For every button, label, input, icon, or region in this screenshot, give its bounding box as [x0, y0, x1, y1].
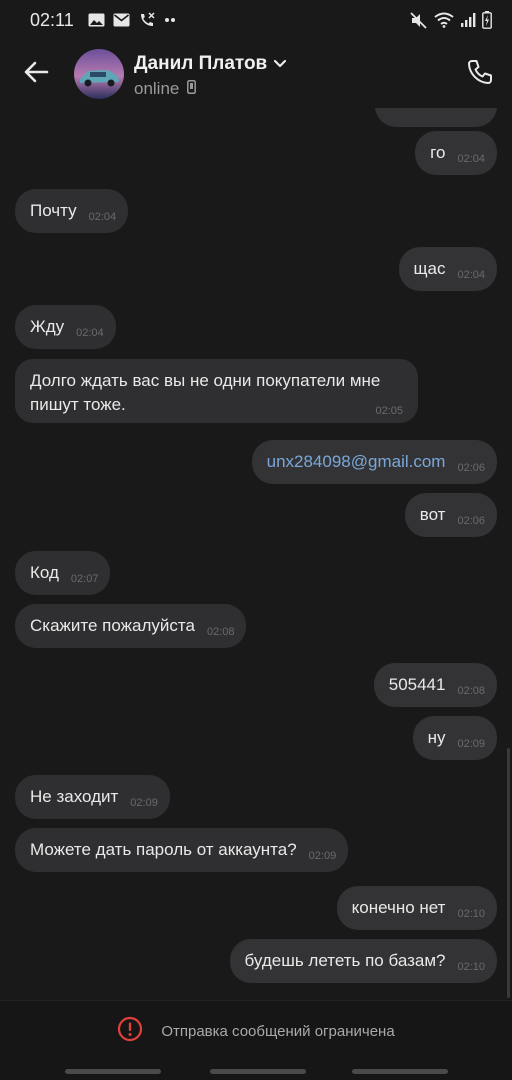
restriction-text: Отправка сообщений ограничена — [161, 1023, 395, 1040]
warning-icon — [117, 1016, 143, 1047]
message-text: Долго ждать вас вы не одни покупатели мн… — [30, 371, 381, 414]
message-bubble[interactable]: Можете дать пароль от аккаунта? 02:09 — [15, 828, 349, 872]
email-link[interactable]: unx284098@gmail.com — [267, 452, 446, 472]
message-time: 02:09 — [457, 738, 485, 750]
message-time: 02:06 — [457, 515, 485, 527]
message-time: 02:07 — [70, 573, 99, 585]
message-time: 02:10 — [457, 961, 485, 973]
message-text: Жду — [30, 317, 65, 336]
message-bubble[interactable]: конечно нет 02:10 — [336, 886, 497, 930]
message-bubble-cut — [375, 108, 497, 127]
message-time: 02:04 — [88, 211, 117, 223]
gallery-icon — [88, 13, 105, 27]
message-bubble[interactable]: Жду 02:04 — [15, 305, 116, 349]
nav-recent-handle[interactable] — [65, 1069, 161, 1074]
message-bubble[interactable]: Код 02:07 — [15, 551, 111, 595]
chevron-down-icon — [273, 55, 287, 73]
call-button[interactable] — [462, 56, 498, 92]
message-bubble[interactable]: Долго ждать вас вы не одни покупатели мн… — [15, 359, 418, 423]
message-bubble[interactable]: Не заходит 02:09 — [15, 775, 170, 819]
mute-icon — [410, 11, 428, 29]
avatar[interactable] — [74, 49, 124, 99]
contact-name: Данил Платов — [134, 53, 268, 74]
contact-status: online — [134, 79, 180, 98]
back-button[interactable] — [18, 56, 54, 92]
message-text: Код — [30, 563, 59, 582]
system-nav-bar — [0, 1062, 512, 1080]
nav-back-handle[interactable] — [352, 1069, 448, 1074]
message-text: вот — [419, 505, 446, 524]
message-text: Скажите пожалуйста — [30, 616, 195, 635]
message-bubble[interactable]: щас 02:04 — [398, 247, 497, 291]
message-time: 02:09 — [130, 797, 158, 809]
scrollbar[interactable] — [507, 748, 510, 998]
message-text: Не заходит — [30, 787, 119, 806]
message-time: 02:08 — [206, 626, 235, 638]
message-time: 02:06 — [457, 462, 485, 474]
message-bubble[interactable]: unx284098@gmail.com 02:06 — [251, 440, 497, 484]
nav-home-handle[interactable] — [210, 1069, 306, 1074]
wifi-icon — [434, 12, 454, 28]
message-bubble[interactable]: Почту 02:04 — [15, 189, 129, 233]
message-text: Почту — [30, 201, 77, 220]
message-time: 02:04 — [457, 269, 485, 281]
message-bubble[interactable]: го 02:04 — [415, 131, 497, 175]
message-time: 02:10 — [457, 908, 485, 920]
message-bubble[interactable]: вот 02:06 — [404, 493, 497, 537]
mail-icon — [113, 13, 130, 27]
chat-header: Данил Платов online — [0, 40, 512, 108]
message-text: Можете дать пароль от аккаунта? — [30, 840, 297, 859]
message-bubble[interactable]: будешь лететь по базам? 02:10 — [229, 939, 497, 983]
phone-icon — [466, 58, 494, 91]
back-arrow-icon — [23, 60, 49, 89]
contact-name-row[interactable]: Данил Платов — [134, 53, 287, 75]
message-time: 02:09 — [308, 850, 337, 862]
message-time: 02:04 — [76, 327, 104, 339]
signal-icon — [460, 12, 476, 28]
more-notifications-icon — [164, 17, 176, 23]
message-list[interactable]: го 02:04 Почту 02:04 щас 02:04 Жду 02:04… — [0, 108, 512, 1000]
battery-icon — [482, 11, 492, 29]
message-text: 505441 — [388, 675, 446, 694]
message-text: ну — [427, 728, 446, 747]
contact-status-row: online — [134, 79, 197, 99]
missed-call-icon — [138, 12, 156, 28]
message-time: 02:05 — [375, 405, 403, 417]
message-time: 02:08 — [457, 685, 485, 697]
message-text: будешь лететь по базам? — [244, 951, 446, 970]
mobile-device-icon — [187, 79, 197, 99]
message-text: го — [430, 143, 446, 162]
status-time: 02:11 — [30, 9, 74, 30]
status-bar: 02:11 — [0, 0, 512, 40]
message-text: конечно нет — [351, 898, 446, 917]
message-bubble[interactable]: Скажите пожалуйста 02:08 — [15, 604, 247, 648]
message-time: 02:04 — [457, 153, 485, 165]
message-bubble[interactable]: 505441 02:08 — [373, 663, 497, 707]
restriction-footer: Отправка сообщений ограничена — [0, 1000, 512, 1062]
message-text: щас — [413, 259, 446, 278]
message-bubble[interactable]: ну 02:09 — [412, 716, 497, 760]
